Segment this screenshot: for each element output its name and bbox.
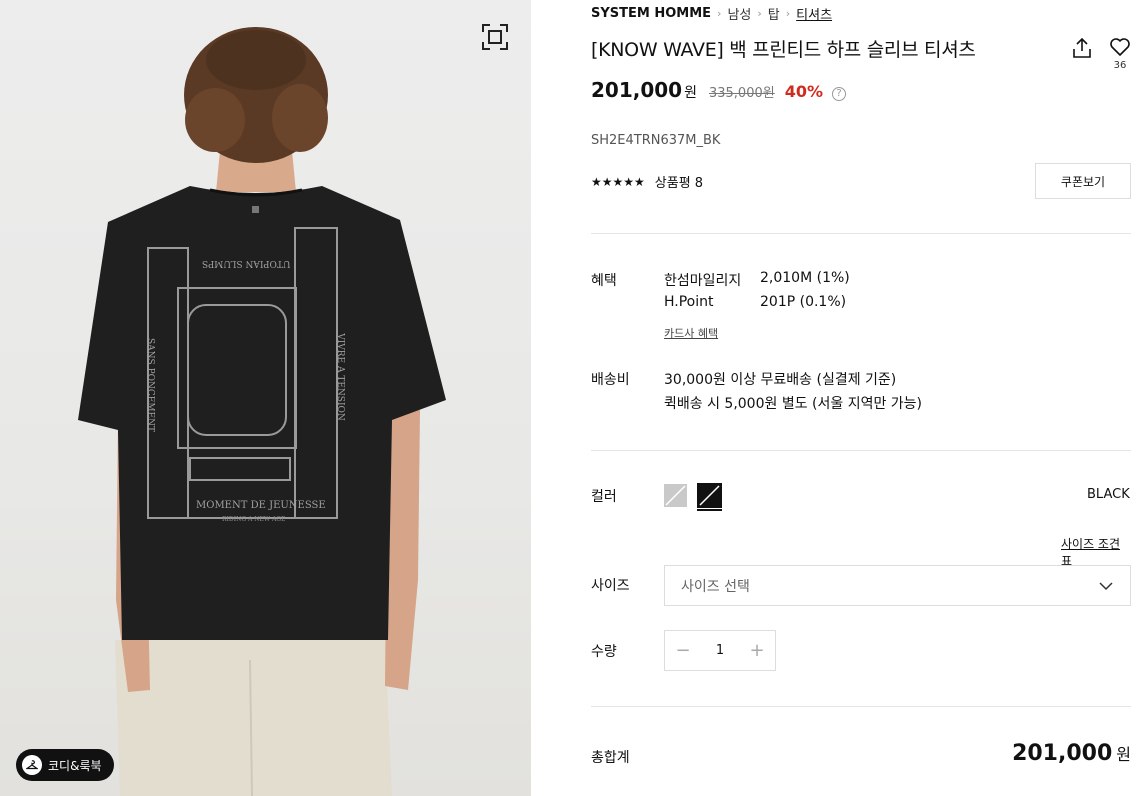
total-price-row: 201,000 원 xyxy=(1012,741,1131,766)
benefit-name: 한섬마일리지 xyxy=(664,273,742,289)
sale-price: 201,000 xyxy=(591,78,683,102)
chevron-right-icon: › xyxy=(785,7,791,20)
benefit-name: H.Point xyxy=(664,294,714,310)
star-rating-icon: ★★★★★ xyxy=(591,174,645,189)
size-select[interactable]: 사이즈 선택 xyxy=(664,565,1131,606)
share-button[interactable] xyxy=(1070,36,1094,60)
discount-rate: 40% xyxy=(784,82,823,101)
like-button[interactable] xyxy=(1108,35,1132,59)
size-select-placeholder: 사이즈 선택 xyxy=(681,578,750,595)
chevron-right-icon: › xyxy=(717,7,722,20)
breadcrumb: SYSTEM HOMME › 남성 › 탑 › 티셔츠 xyxy=(591,4,832,23)
price-row: 201,000 원 335,000원 40% ? xyxy=(591,78,846,102)
color-swatch-gray[interactable] xyxy=(664,484,687,507)
share-icon xyxy=(1073,37,1091,58)
chevron-down-icon xyxy=(1099,582,1113,591)
codi-lookbook-button[interactable]: 코디&룩북 xyxy=(16,749,114,781)
total-currency: 원 xyxy=(1116,745,1131,764)
total-label: 총합계 xyxy=(591,750,630,766)
breadcrumb-item-men[interactable]: 남성 xyxy=(727,4,751,23)
quantity-value[interactable]: 1 xyxy=(701,643,739,658)
product-info-panel: SYSTEM HOMME › 남성 › 탑 › 티셔츠 [KNOW WAVE] … xyxy=(591,0,1131,796)
total-price: 201,000 xyxy=(1012,741,1113,766)
selected-color-name: BLACK xyxy=(1087,487,1130,502)
divider xyxy=(591,706,1131,707)
print-text-left: SANS PONCEMENT xyxy=(145,338,155,432)
decrement-button[interactable]: − xyxy=(665,631,701,670)
hanger-icon xyxy=(22,755,42,775)
shipping-info-line: 30,000원 이상 무료배송 (실결제 기준) xyxy=(664,372,897,388)
model-photo xyxy=(78,27,446,796)
chevron-right-icon: › xyxy=(757,7,762,20)
benefits-label: 혜택 xyxy=(591,273,617,289)
codi-lookbook-label: 코디&룩북 xyxy=(48,758,102,773)
benefit-value: 2,010M (1%) xyxy=(760,270,850,286)
size-label: 사이즈 xyxy=(591,578,630,594)
breadcrumb-item-tshirt[interactable]: 티셔츠 xyxy=(796,4,832,23)
print-text-bottom: MOMENT DE JEUNESSE xyxy=(196,500,326,511)
increment-button[interactable]: + xyxy=(739,631,775,670)
shipping-info-line: 퀵배송 시 5,000원 별도 (서울 지역만 가능) xyxy=(664,396,923,412)
fullscreen-icon xyxy=(482,24,508,50)
like-count: 36 xyxy=(1113,60,1127,71)
color-label: 컬러 xyxy=(591,489,617,505)
review-count[interactable]: 상품평 8 xyxy=(655,172,703,191)
heart-icon xyxy=(1110,38,1130,56)
divider xyxy=(591,450,1131,451)
help-icon[interactable]: ? xyxy=(832,86,846,101)
rating[interactable]: ★★★★★ 상품평 8 xyxy=(591,172,703,192)
print-text-sub: RIDING A NEW AGE xyxy=(222,516,286,523)
expand-image-button[interactable] xyxy=(478,20,512,54)
coupon-button[interactable]: 쿠폰보기 xyxy=(1035,163,1131,199)
quantity-label: 수량 xyxy=(591,644,617,660)
product-title: [KNOW WAVE] 백 프린티드 하프 슬리브 티셔츠 xyxy=(591,39,976,61)
shipping-label: 배송비 xyxy=(591,372,630,388)
print-text-top: UTOPIAN SLUMPS xyxy=(202,258,291,268)
product-image[interactable]: UTOPIAN SLUMPS SANS PONCEMENT VIVRE A TE… xyxy=(0,0,531,796)
color-swatch-black[interactable] xyxy=(697,483,722,511)
product-sku: SH2E4TRN637M_BK xyxy=(591,133,721,148)
original-price: 335,000원 xyxy=(708,86,775,101)
divider xyxy=(591,233,1131,234)
card-benefits-link[interactable]: 카드사 혜택 xyxy=(664,325,718,341)
print-text-right: VIVRE A TENSION xyxy=(334,333,345,421)
currency-unit: 원 xyxy=(684,85,697,101)
benefit-value: 201P (0.1%) xyxy=(760,294,847,310)
quantity-stepper: − 1 + xyxy=(664,630,776,671)
breadcrumb-item-top[interactable]: 탑 xyxy=(768,4,780,23)
brand-link[interactable]: SYSTEM HOMME xyxy=(591,6,711,21)
size-guide-link[interactable]: 사이즈 조견표 xyxy=(1061,535,1131,569)
